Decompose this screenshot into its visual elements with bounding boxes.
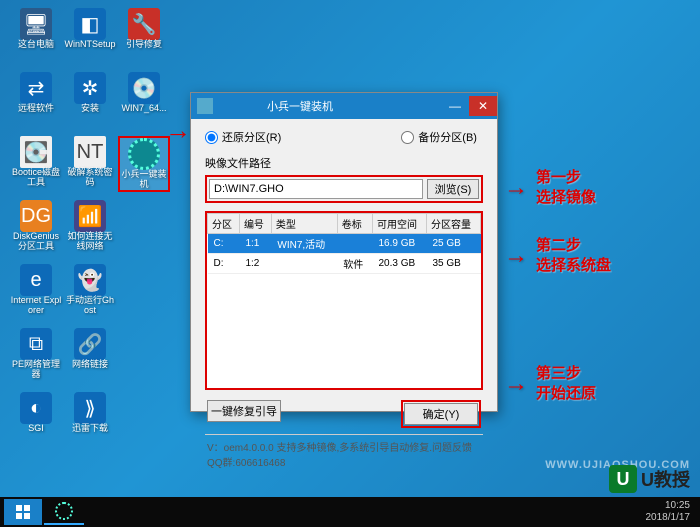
desktop-icon-remote[interactable]: ⇄远程软件 xyxy=(10,72,62,128)
watermark-logo: U U教授 xyxy=(609,465,690,493)
image-path-label: 映像文件路径 xyxy=(205,155,483,171)
step2-callout: 第二步 选择系统盘 xyxy=(536,236,611,275)
titlebar[interactable]: 小兵一键装机 — ✕ xyxy=(191,93,497,119)
desktop-icon-this-pc[interactable]: 🖥这台电脑 xyxy=(10,8,62,64)
minimize-button[interactable]: — xyxy=(441,96,469,116)
close-button[interactable]: ✕ xyxy=(469,96,497,116)
bootfix-icon: 🔧 xyxy=(128,8,160,40)
desktop-icon-winnt[interactable]: ◧WinNTSetup xyxy=(64,8,116,64)
ghost-icon: 👻 xyxy=(74,264,106,296)
win7-icon: 💿 xyxy=(128,72,160,104)
restore-radio[interactable]: 还原分区(R) xyxy=(205,129,281,145)
taskbar-app[interactable] xyxy=(44,499,84,525)
column-header[interactable]: 编号 xyxy=(239,214,271,234)
wifi-icon: 📶 xyxy=(74,200,106,232)
column-header[interactable]: 可用空间 xyxy=(372,214,426,234)
desktop-icon-installer[interactable]: 小兵一键装机 xyxy=(118,136,170,192)
image-path-input[interactable] xyxy=(209,179,423,199)
version-info: V：oem4.0.0.0 支持多种镜像,多系统引导自动修复.问题反馈QQ群:60… xyxy=(205,434,483,469)
system-tray[interactable]: 10:25 2018/1/17 xyxy=(646,500,697,524)
taskbar: 10:25 2018/1/17 xyxy=(0,497,700,527)
desktop-icon-ghost[interactable]: 👻手动运行Ghost xyxy=(64,264,116,320)
ok-button[interactable]: 确定(Y) xyxy=(404,403,478,425)
desktop-icon-install[interactable]: ✲安装 xyxy=(64,72,116,128)
desktop-icon-pe-net[interactable]: ⧉PE网络管理器 xyxy=(10,328,62,384)
column-header[interactable]: 分区容量 xyxy=(426,214,480,234)
partition-row[interactable]: D:1:2软件20.3 GB35 GB xyxy=(208,254,481,274)
desktop-icon-sgi[interactable]: ◐SGI xyxy=(10,392,62,448)
netlink-icon: 🔗 xyxy=(74,328,106,360)
winnt-icon: ◧ xyxy=(74,8,106,40)
bootice-icon: 💽 xyxy=(20,136,52,168)
xunlei-icon: ⟫ xyxy=(74,392,106,424)
column-header[interactable]: 类型 xyxy=(271,214,337,234)
step3-callout: 第三步 开始还原 xyxy=(536,364,596,403)
window-title: 小兵一键装机 xyxy=(219,98,381,114)
desktop-icon-diskgenius[interactable]: DGDiskGenius分区工具 xyxy=(10,200,62,256)
arrow-icon: → xyxy=(504,174,528,202)
desktop-icon-netlink[interactable]: 🔗网络链接 xyxy=(64,328,116,384)
step1-callout: 第一步 选择镜像 xyxy=(536,168,596,207)
desktop-icon-wifi[interactable]: 📶如何连接无线网络 xyxy=(64,200,116,256)
desktop-icon-win7[interactable]: 💿WIN7_64... xyxy=(118,72,170,128)
desktop-icon-crackpwd[interactable]: NT破解系统密码 xyxy=(64,136,116,192)
this-pc-icon: 🖥 xyxy=(20,8,52,40)
desktop-icon-ie[interactable]: eInternet Explorer xyxy=(10,264,62,320)
installer-icon xyxy=(128,138,160,170)
browse-button[interactable]: 浏览(S) xyxy=(427,179,479,199)
partition-table[interactable]: 分区编号类型卷标可用空间分区容量 C:1:1WIN7,活动16.9 GB25 G… xyxy=(205,211,483,390)
desktop-icon-bootfix[interactable]: 🔧引导修复 xyxy=(118,8,170,64)
desktop-icon-bootice[interactable]: 💽Bootice磁盘工具 xyxy=(10,136,62,192)
partition-row[interactable]: C:1:1WIN7,活动16.9 GB25 GB xyxy=(208,234,481,254)
pe-net-icon: ⧉ xyxy=(20,328,52,360)
installer-dialog: 小兵一键装机 — ✕ 还原分区(R) 备份分区(B) 映像文件路径 浏览(S) … xyxy=(190,92,498,412)
install-icon: ✲ xyxy=(74,72,106,104)
arrow-icon: → xyxy=(504,242,528,270)
column-header[interactable]: 卷标 xyxy=(337,214,372,234)
repair-boot-button[interactable]: 一键修复引导 xyxy=(207,400,281,422)
remote-icon: ⇄ xyxy=(20,72,52,104)
ie-icon: e xyxy=(20,264,52,296)
start-button[interactable] xyxy=(4,499,42,525)
sgi-icon: ◐ xyxy=(20,392,52,424)
arrow-icon: → xyxy=(504,370,528,398)
backup-radio[interactable]: 备份分区(B) xyxy=(401,129,477,145)
column-header[interactable]: 分区 xyxy=(208,214,240,234)
desktop-icon-xunlei[interactable]: ⟫迅雷下载 xyxy=(64,392,116,448)
app-icon xyxy=(197,98,213,114)
diskgenius-icon: DG xyxy=(20,200,52,232)
crackpwd-icon: NT xyxy=(74,136,106,168)
